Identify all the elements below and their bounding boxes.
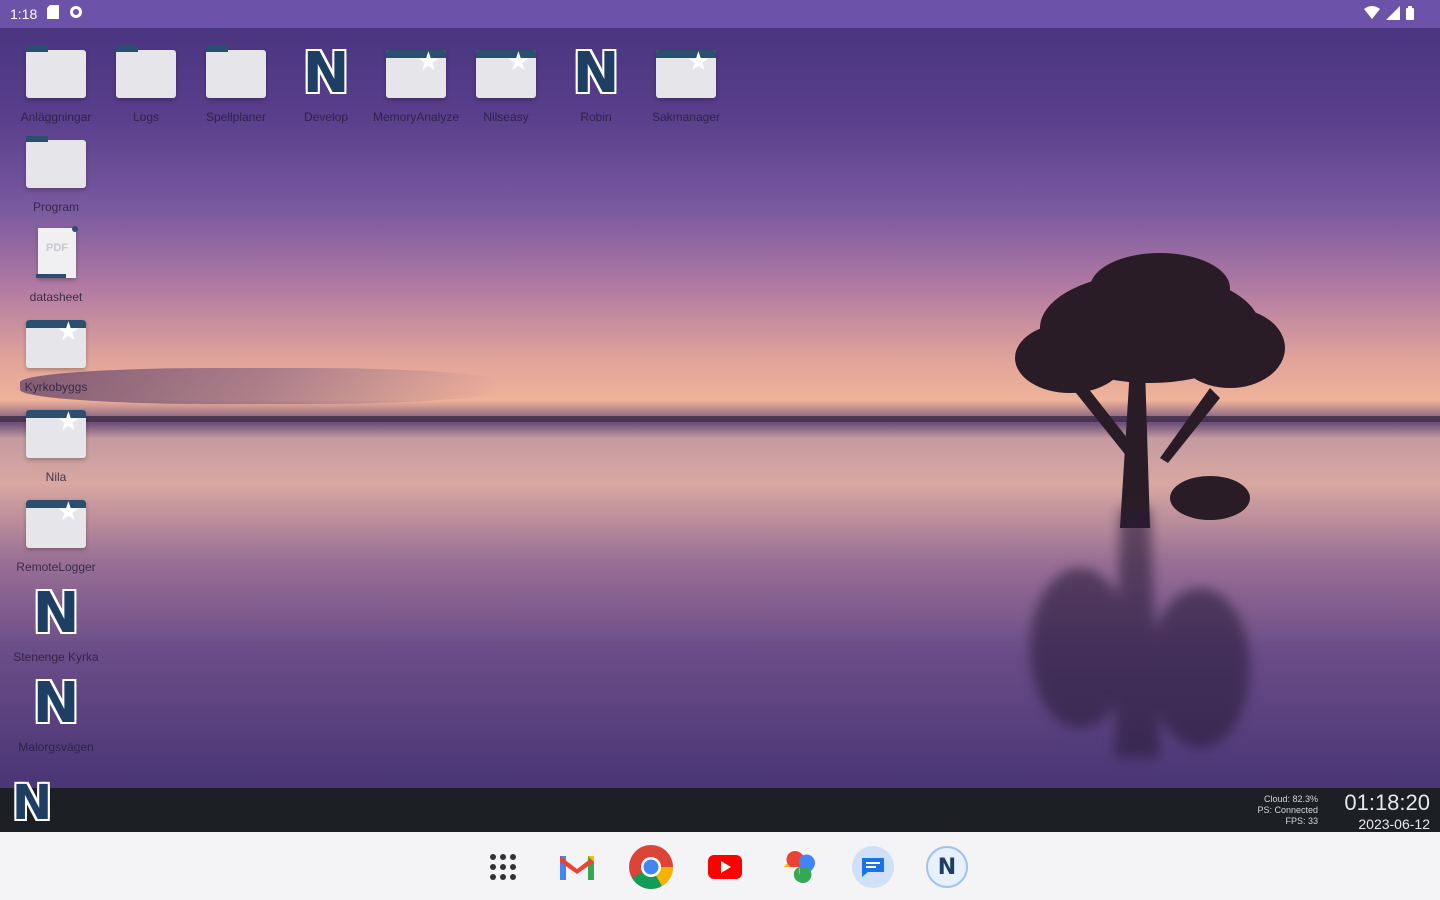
photos-app[interactable]	[776, 844, 822, 890]
desktop-icon-logs[interactable]: Logs	[101, 46, 191, 124]
desktop-icon-anlaggningar[interactable]: Anläggningar	[11, 46, 101, 124]
app-drawer-button[interactable]	[480, 844, 526, 890]
signal-icon	[1386, 6, 1400, 23]
status-bar: 1:18	[0, 0, 1440, 28]
starred-folder-icon: ★	[26, 318, 86, 368]
system-info: Cloud: 82.3% PS: Connected FPS: 33	[1238, 794, 1318, 827]
n-app-icon: N	[572, 41, 620, 106]
desktop-icon-kyrkobyggs[interactable]: ★ Kyrkobyggs	[11, 316, 101, 394]
chrome-app[interactable]	[628, 844, 674, 890]
starred-folder-icon: ★	[386, 48, 446, 98]
status-time: 1:18	[10, 5, 38, 22]
desktop-icon-nilseasy[interactable]: ★ Nilseasy	[461, 46, 551, 124]
battery-icon	[1406, 6, 1414, 23]
info-line-ps: PS: Connected	[1257, 805, 1318, 815]
desktop-icon-nila[interactable]: ★ Nila	[11, 406, 101, 484]
folder-icon	[116, 46, 176, 98]
sim-card-icon	[47, 5, 60, 22]
tree-reflection	[1030, 508, 1250, 758]
folder-icon	[26, 46, 86, 98]
info-line-fps: FPS: 33	[1285, 816, 1318, 826]
n-app-dock-icon: N	[926, 846, 968, 888]
wifi-icon	[1364, 6, 1380, 23]
chrome-icon	[629, 845, 673, 889]
folder-icon	[206, 46, 266, 98]
starred-folder-icon: ★	[26, 498, 86, 548]
app-grid-icon	[490, 854, 516, 880]
desktop-icon-datasheet[interactable]: PDF datasheet	[11, 226, 101, 304]
desktop-icon-memoryanalyze[interactable]: ★ MemoryAnalyze	[371, 46, 461, 124]
desktop-icon-malorgsvagen[interactable]: N Malorgsvägen	[11, 671, 101, 755]
starred-folder-icon: ★	[476, 48, 536, 98]
messages-app[interactable]	[850, 844, 896, 890]
clock-time: 01:18:20	[1344, 790, 1430, 815]
clock-date: 2023-06-12	[1358, 816, 1430, 832]
n-logo-icon: N	[12, 775, 53, 831]
gmail-app[interactable]	[554, 844, 600, 890]
n-app-dock[interactable]: N	[924, 844, 970, 890]
desktop-icon-robin[interactable]: N Robin	[551, 41, 641, 125]
starred-folder-icon: ★	[656, 48, 716, 98]
n-app-icon: N	[32, 581, 80, 646]
desktop-icon-sakmanager[interactable]: ★ Sakmanager	[641, 46, 731, 124]
pdf-file-icon: PDF	[36, 226, 78, 278]
starred-folder-icon: ★	[26, 408, 86, 458]
youtube-icon	[708, 855, 742, 879]
tree-silhouette	[1015, 253, 1285, 528]
dock: N	[0, 832, 1440, 900]
clock[interactable]: 01:18:20 2023-06-12	[1330, 790, 1430, 832]
gmail-icon	[560, 856, 594, 880]
desktop-icon-spellplaner[interactable]: Spellplaner	[191, 46, 281, 124]
start-button[interactable]: N	[12, 778, 56, 828]
desktop-icon-stenenge-kyrka[interactable]: N Stenenge Kyrka	[11, 581, 101, 665]
messages-icon	[852, 846, 894, 888]
youtube-app[interactable]	[702, 844, 748, 890]
desktop-icon-program[interactable]: Program	[11, 136, 101, 214]
desktop-icon-develop[interactable]: N Develop	[281, 41, 371, 125]
sync-icon	[69, 5, 83, 22]
taskbar: N Cloud: 82.3% PS: Connected FPS: 33 01:…	[0, 778, 1440, 832]
n-app-icon: N	[302, 41, 350, 106]
desktop-icon-remotelogger[interactable]: ★ RemoteLogger	[11, 496, 101, 574]
n-app-icon: N	[32, 671, 80, 736]
wallpaper	[0, 28, 1440, 788]
photos-icon	[784, 851, 815, 883]
folder-icon	[26, 136, 86, 188]
info-line-cloud: Cloud: 82.3%	[1263, 794, 1318, 804]
